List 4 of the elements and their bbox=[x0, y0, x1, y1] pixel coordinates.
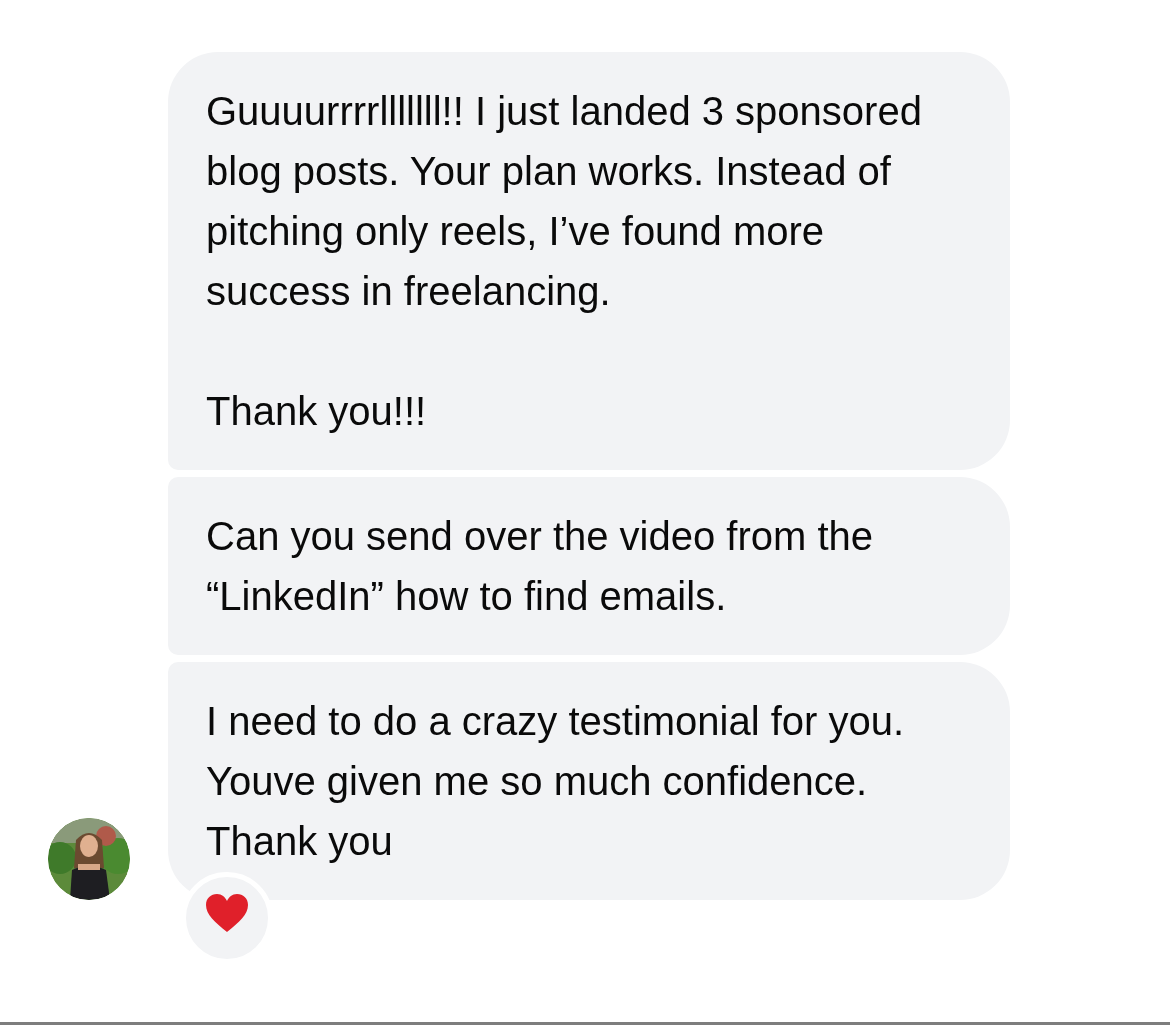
message-text: Guuuurrrrlllllll!! I just landed 3 sponsored blog posts. Your plan works. Instead of pitching only reels, I’ve found more success in freelancing. Thank you!!! bbox=[206, 88, 923, 435]
message-text: Can you send over the video from the “LinkedIn” how to find emails. bbox=[206, 513, 875, 620]
message-text: I need to do a crazy testimonial for you. Youve given me so much confidence. Thank you bbox=[206, 698, 906, 865]
heart-icon bbox=[205, 893, 249, 933]
